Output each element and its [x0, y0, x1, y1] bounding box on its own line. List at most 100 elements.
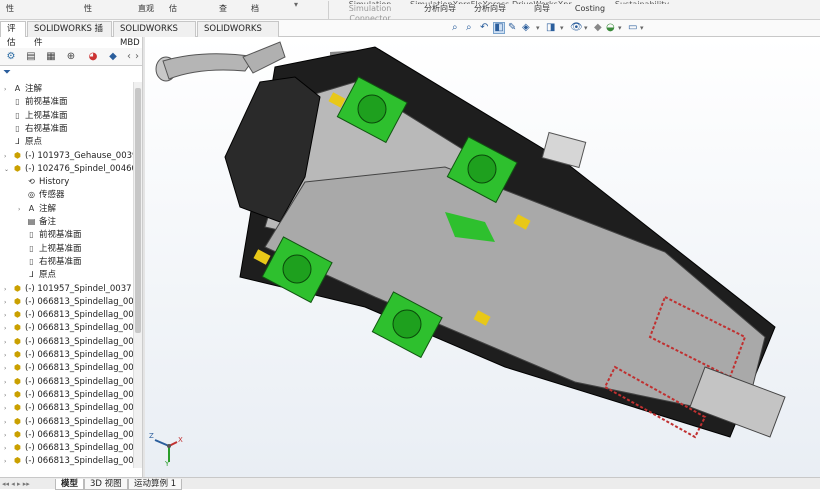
tree-item[interactable]: › ⬢ (-) 066813_Spindellag_00 [4, 375, 133, 388]
costing-button[interactable]: Costing [574, 0, 606, 14]
expand-arrow-icon[interactable]: › [4, 455, 12, 468]
configuration-manager-icon[interactable]: ▦ [44, 50, 58, 64]
chevron-down-icon[interactable]: ▾ [560, 22, 564, 34]
triad-z-label: Z [149, 432, 154, 440]
chevron-down-icon[interactable]: ▾ [292, 0, 300, 10]
tab-3d-views[interactable]: 3D 视图 [84, 479, 128, 490]
expand-arrow-icon[interactable]: › [4, 442, 12, 455]
spindle-section-model[interactable] [145, 37, 820, 477]
tree-item[interactable]: ▤ 备注 [18, 215, 56, 228]
tab-evaluate[interactable]: 评估 [0, 21, 26, 48]
chevron-down-icon[interactable]: ▾ [618, 22, 622, 34]
plane-icon: ▯ [29, 230, 34, 240]
tree-item[interactable]: › ⬢ (-) 066813_Spindellag_00 [4, 308, 133, 321]
tree-item[interactable]: ▯ 前视基准面 [18, 228, 81, 241]
ribbon-item[interactable]: 性 [2, 0, 18, 14]
tree-item[interactable]: ▯ 右视基准面 [18, 255, 81, 268]
expand-arrow-icon[interactable]: › [4, 309, 12, 322]
tree-item[interactable]: › ⬢ (-) 066813_Spindellag_00 [4, 295, 133, 308]
tree-item[interactable]: › ⬢ (-) 066813_Spindellag_00 [4, 348, 133, 361]
expand-arrow-icon[interactable]: › [4, 296, 12, 309]
expand-arrow-icon[interactable]: › [4, 402, 12, 415]
tab-model[interactable]: 模型 [55, 479, 85, 490]
ribbon-item[interactable]: 查 [214, 0, 232, 14]
view-settings-icon[interactable]: ▭ [628, 22, 637, 34]
floxpress-button[interactable]: FloXpress分析向导 [470, 0, 510, 14]
ribbon-item[interactable]: 性 [80, 0, 96, 14]
expand-arrow-icon[interactable]: › [4, 362, 12, 375]
tree-item[interactable]: › ⬢ (-) 066813_Spindellag_00 [4, 388, 133, 401]
tree-item[interactable]: ▯ 前视基准面 [4, 95, 67, 108]
expand-arrow-icon[interactable]: › [4, 283, 12, 296]
tab-motion-study[interactable]: 运动算例 1 [128, 479, 183, 490]
tree-item[interactable]: › ⬢ (-) 101957_Spindel_0037 [4, 282, 132, 295]
tree-item[interactable]: ›⬢ (-) 101973_Gehause_003902 [4, 149, 133, 162]
filter-icon[interactable]: ⏷ [3, 67, 11, 78]
expand-arrow-icon[interactable]: › [18, 203, 26, 216]
tree-item[interactable]: › ⬢ (-) 066813_Spindellag_00 [4, 401, 133, 414]
simulationxpress-button[interactable]: SimulationXpress分析向导 [410, 0, 470, 14]
driveworksxpress-button[interactable]: DriveWorksXpress向导 [512, 0, 572, 14]
tree-item[interactable]: ▯ 上视基准面 [18, 242, 81, 255]
tree-item[interactable]: › ⬢ (-) 066813_Spindellag_00 [4, 415, 133, 428]
chevron-down-icon[interactable]: ▾ [536, 22, 540, 34]
tree-item[interactable]: › ⬢ (-) 066813_Spindellag_00 [4, 441, 133, 454]
graphics-area[interactable]: Z Y X [145, 37, 820, 477]
expand-arrow-icon[interactable]: › [4, 83, 12, 96]
tree-item[interactable]: › ⬢ (-) 066813_Spindellag_00 [4, 321, 133, 334]
tree-item[interactable]: › ⬢ (-) 066813_Spindellag_00 [4, 454, 133, 467]
sustainability-button[interactable]: Sustainability [612, 0, 672, 4]
section-view-icon[interactable]: ◧ [493, 22, 505, 34]
scroll-tabs-icon[interactable]: ◂◂ ◂ ▸ ▸▸ [2, 480, 30, 488]
scrollbar-thumb[interactable] [135, 88, 141, 333]
expand-arrow-icon[interactable]: › [4, 349, 12, 362]
previous-view-icon[interactable]: ↶ [480, 22, 488, 34]
expand-arrow-icon[interactable]: › [4, 429, 12, 442]
tree-item[interactable]: ⅃ 原点 [18, 268, 56, 281]
view-orientation-icon[interactable]: ◈ [522, 22, 530, 34]
tree-scrollbar[interactable] [133, 82, 142, 468]
tree-item[interactable]: ⌄ ⬢ (-) 102476_Spindel_004608 [4, 162, 133, 175]
expand-arrow-icon[interactable]: › [4, 376, 12, 389]
tree-item[interactable]: ▯ 右视基准面 [4, 122, 67, 135]
ribbon: 性 性 直观 估 查 档 ▾ Simulation ConnectorSimul… [0, 0, 820, 23]
chevron-down-icon[interactable]: ▾ [584, 22, 588, 34]
expand-arrow-icon[interactable]: › [4, 336, 12, 349]
tab-solidworks-mbd[interactable]: SOLIDWORKS MBD [113, 21, 196, 48]
dimxpert-icon[interactable]: ⊕ [64, 50, 78, 64]
hide-show-items-icon[interactable]: 👁 [570, 22, 583, 34]
tab-solidworks-addins[interactable]: SOLIDWORKS 插件 [27, 21, 112, 48]
display-manager-icon[interactable]: ◕ [86, 50, 100, 64]
edit-appearance-icon[interactable]: ◆ [594, 22, 602, 34]
tree-item[interactable]: › A 注解 [4, 82, 42, 95]
ribbon-item[interactable]: 档 [246, 0, 264, 14]
tree-item[interactable]: › ⬢ (-) 066813_Spindellag_00 [4, 335, 133, 348]
tree-item[interactable]: ⅃ 原点 [4, 135, 42, 148]
expand-arrow-icon[interactable]: › [4, 416, 12, 429]
cam-tree-icon[interactable]: ◆ [106, 50, 120, 64]
bearing-3-ball [282, 254, 312, 284]
part-icon: ⬢ [14, 416, 21, 426]
expand-arrow-icon[interactable]: › [4, 322, 12, 335]
tree-item[interactable]: ◎ 传感器 [18, 188, 65, 201]
expand-arrow-icon[interactable]: › [4, 150, 12, 163]
tree-item[interactable]: › A 注解 [18, 202, 56, 215]
tree-item[interactable]: › ⬢ (-) 066813_Spindellag_00 [4, 428, 133, 441]
tree-item[interactable]: ⟲ History [18, 175, 69, 188]
dynamic-annotation-icon[interactable]: ✎ [508, 22, 516, 34]
chevron-down-icon[interactable]: ▾ [640, 22, 644, 34]
tab-solidworks-cam[interactable]: SOLIDWORKS CAM [197, 21, 279, 48]
tree-item[interactable]: ▯ 上视基准面 [4, 109, 67, 122]
zoom-to-fit-icon[interactable]: ⌕ [452, 22, 458, 34]
expand-arrow-icon[interactable]: ⌄ [4, 163, 12, 176]
zoom-area-icon[interactable]: ⌕ [466, 22, 472, 34]
ribbon-item[interactable]: 直观 [133, 0, 159, 14]
feature-tree-icon[interactable]: ⚙ [4, 50, 18, 64]
display-style-icon[interactable]: ◨ [546, 22, 555, 34]
tree-item[interactable]: › ⬢ (-) 066813_Spindellag_00 [4, 361, 133, 374]
expand-arrow-icon[interactable]: › [4, 389, 12, 402]
part-icon: ⬢ [14, 283, 21, 293]
property-manager-icon[interactable]: ▤ [24, 50, 38, 64]
ribbon-item[interactable]: 估 [165, 0, 181, 14]
apply-scene-icon[interactable]: ◒ [606, 22, 615, 34]
